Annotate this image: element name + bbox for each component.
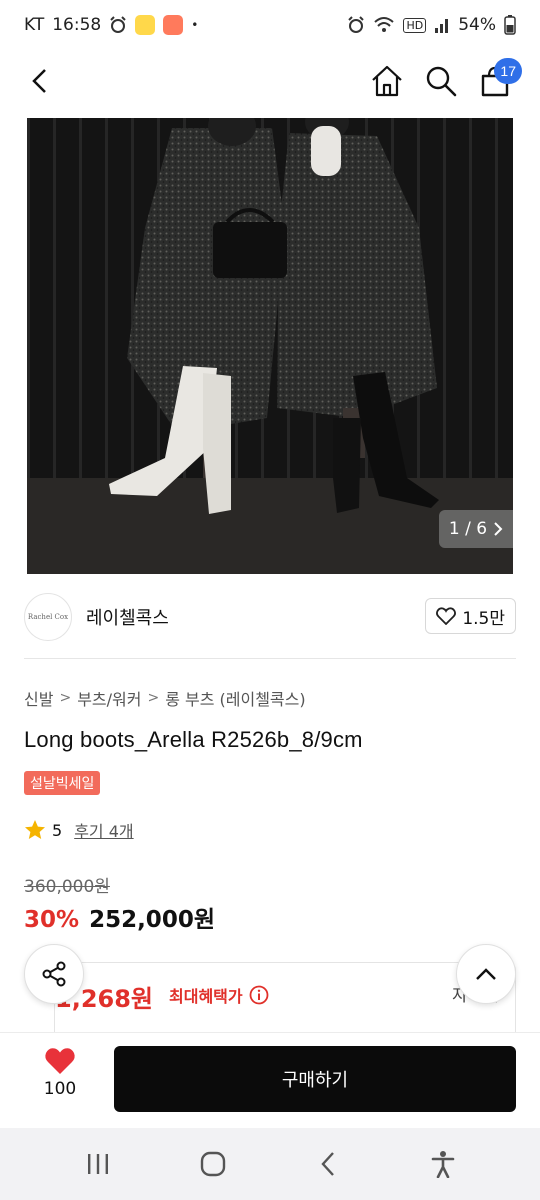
breadcrumb-item-2[interactable]: 부츠/워커 xyxy=(77,686,141,710)
battery-icon xyxy=(504,15,516,35)
status-bar: KT 16:58 • HD 54% xyxy=(0,0,540,50)
image-page-text: 1 / 6 xyxy=(448,519,488,539)
share-icon xyxy=(42,961,66,987)
star-icon xyxy=(25,820,45,839)
top-navigation: 17 xyxy=(0,50,540,112)
notification-app-icon xyxy=(135,15,156,35)
rating-value: 5 xyxy=(52,820,63,840)
status-left: KT 16:58 • xyxy=(24,15,198,35)
signal-icon xyxy=(435,19,449,33)
share-button[interactable] xyxy=(24,944,84,1004)
breadcrumb-item-1[interactable]: 신발 xyxy=(24,686,53,710)
wishlist-button[interactable]: 100 xyxy=(30,1047,90,1099)
home-icon xyxy=(372,65,402,97)
brand-row: Rachel Cox 레이첼콕스 1.5만 xyxy=(24,590,516,644)
brand-logo-text: Rachel Cox xyxy=(27,613,69,621)
nav-back-icon xyxy=(320,1152,334,1176)
image-page-counter[interactable]: 1 / 6 xyxy=(439,510,513,548)
clock: 16:58 xyxy=(52,15,102,35)
buy-button[interactable]: 구매하기 xyxy=(114,1046,516,1112)
product-title: Long boots_Arella R2526b_8/9cm xyxy=(24,727,363,752)
more-notifications-dot: • xyxy=(191,18,199,32)
wifi-icon xyxy=(374,17,395,32)
search-icon xyxy=(426,66,457,97)
review-link[interactable]: 후기 4개 xyxy=(74,818,133,842)
chevron-right-icon xyxy=(494,522,503,536)
home-circle-icon xyxy=(200,1151,225,1177)
max-benefit-label: 최대혜택가 xyxy=(169,983,269,1007)
cart-count-badge: 17 xyxy=(494,58,522,84)
carrier-label: KT xyxy=(24,15,45,35)
original-price: 360,000원 xyxy=(24,877,110,897)
brand-like-button[interactable]: 1.5만 xyxy=(425,598,516,634)
recents-button[interactable] xyxy=(74,1140,122,1188)
system-home-button[interactable] xyxy=(189,1140,237,1188)
product-photo xyxy=(27,118,513,574)
discount-rate: 30% xyxy=(24,907,80,933)
brand-logo[interactable]: Rachel Cox xyxy=(24,593,72,641)
recents-icon xyxy=(87,1154,108,1174)
info-icon[interactable] xyxy=(249,985,269,1005)
breadcrumb-separator-icon: > xyxy=(147,690,160,706)
brand-like-count: 1.5만 xyxy=(462,608,505,629)
wishlist-count: 100 xyxy=(43,1079,77,1099)
alarm-icon xyxy=(110,16,126,33)
accessibility-icon xyxy=(431,1151,454,1178)
heart-filled-icon xyxy=(45,1048,75,1074)
scroll-top-button[interactable] xyxy=(456,944,516,1004)
rating-row: 5 후기 4개 xyxy=(24,818,134,842)
max-benefit-box[interactable]: 1,268원 최대혜택가 자세히 xyxy=(54,962,516,1032)
breadcrumb-item-3[interactable]: 롱 부츠 (레이첼콕스) xyxy=(165,686,305,710)
accessibility-button[interactable] xyxy=(419,1140,467,1188)
sale-price: 252,000원 xyxy=(89,907,215,933)
back-icon xyxy=(32,69,46,93)
notification-app-icon-2 xyxy=(163,15,184,35)
system-back-button[interactable] xyxy=(304,1140,352,1188)
search-button[interactable] xyxy=(418,58,464,104)
heart-outline-icon xyxy=(436,607,457,625)
home-button[interactable] xyxy=(364,58,410,104)
system-navigation-bar xyxy=(0,1128,540,1200)
purchase-bar: 100 구매하기 xyxy=(0,1032,540,1128)
max-benefit-label-text: 최대혜택가 xyxy=(169,987,243,1006)
back-button[interactable] xyxy=(18,58,64,104)
divider xyxy=(24,658,516,659)
breadcrumb: 신발 > 부츠/워커 > 롱 부츠 (레이첼콕스) xyxy=(24,686,306,710)
battery-percent: 54% xyxy=(458,15,496,35)
breadcrumb-separator-icon: > xyxy=(59,690,72,706)
chevron-up-icon xyxy=(476,968,496,980)
cart-button[interactable]: 17 xyxy=(472,58,522,104)
status-right: HD 54% xyxy=(347,15,516,35)
product-image-carousel[interactable]: 1 / 6 xyxy=(27,118,513,574)
sale-badge: 설날빅세일 xyxy=(24,771,101,795)
price-row: 30% 252,000원 xyxy=(24,900,215,934)
alarm-icon xyxy=(348,16,365,33)
brand-name[interactable]: 레이첼콕스 xyxy=(86,604,169,630)
hd-badge: HD xyxy=(403,17,427,33)
